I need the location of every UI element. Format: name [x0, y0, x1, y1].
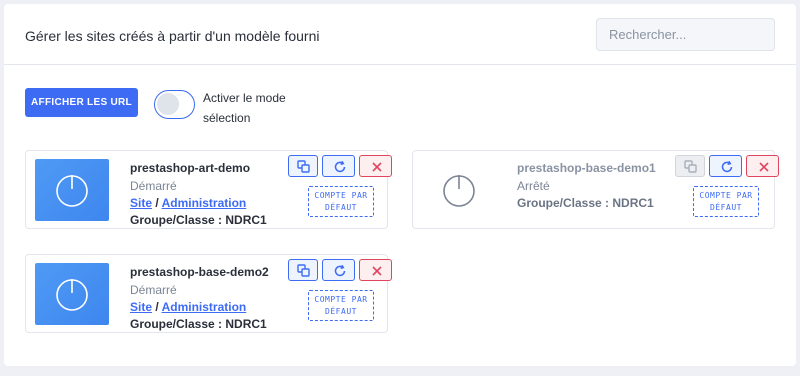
selection-mode-label: Activer le mode sélection — [203, 91, 286, 125]
site-group: Groupe/Classe : NDRC1 — [517, 196, 654, 210]
site-name: prestashop-art-demo — [130, 161, 251, 175]
selection-mode-toggle[interactable] — [154, 90, 195, 119]
delete-button[interactable] — [359, 155, 392, 177]
main-panel: Gérer les sites créés à partir d'un modè… — [4, 4, 796, 366]
reload-icon — [721, 160, 733, 173]
duplicate-button[interactable] — [675, 155, 705, 177]
site-name: prestashop-base-demo1 — [517, 161, 656, 175]
site-link[interactable]: Site — [130, 196, 152, 210]
default-account-stamp: COMPTE PAR DÉFAUT — [308, 290, 374, 321]
show-urls-button[interactable]: AFFICHER LES URL — [25, 88, 138, 117]
page-title: Gérer les sites créés à partir d'un modè… — [25, 28, 320, 44]
site-links: Site / Administration — [130, 196, 246, 210]
delete-button[interactable] — [359, 259, 392, 281]
site-card: prestashop-base-demo2 Démarré Site / Adm… — [25, 254, 392, 333]
copy-icon — [297, 160, 310, 173]
reload-icon — [334, 160, 346, 173]
site-card: prestashop-base-demo1 Arrêté Groupe/Clas… — [412, 150, 779, 229]
site-thumbnail[interactable] — [422, 159, 496, 221]
copy-icon — [297, 264, 310, 277]
site-card: prestashop-art-demo Démarré Site / Admin… — [25, 150, 392, 229]
power-icon — [56, 175, 88, 207]
restart-button[interactable] — [322, 155, 355, 177]
duplicate-button[interactable] — [288, 259, 318, 281]
duplicate-button[interactable] — [288, 155, 318, 177]
power-icon — [56, 279, 88, 311]
site-group: Groupe/Classe : NDRC1 — [130, 213, 267, 227]
close-icon — [372, 162, 382, 172]
site-name: prestashop-base-demo2 — [130, 265, 269, 279]
close-icon — [372, 266, 382, 276]
admin-link[interactable]: Administration — [162, 300, 247, 314]
default-account-stamp: COMPTE PAR DÉFAUT — [693, 186, 759, 217]
toggle-knob — [157, 93, 179, 115]
link-separator: / — [155, 300, 159, 314]
site-status: Démarré — [130, 283, 177, 297]
site-group: Groupe/Classe : NDRC1 — [130, 317, 267, 331]
power-icon — [443, 175, 475, 207]
site-status: Démarré — [130, 179, 177, 193]
reload-icon — [334, 264, 346, 277]
page-header: Gérer les sites créés à partir d'un modè… — [4, 4, 796, 65]
restart-button[interactable] — [709, 155, 742, 177]
copy-icon — [684, 160, 697, 173]
search-input[interactable] — [596, 18, 775, 51]
delete-button[interactable] — [746, 155, 779, 177]
admin-link[interactable]: Administration — [162, 196, 247, 210]
site-links: Site / Administration — [130, 300, 246, 314]
default-account-stamp: COMPTE PAR DÉFAUT — [308, 186, 374, 217]
site-link[interactable]: Site — [130, 300, 152, 314]
link-separator: / — [155, 196, 159, 210]
restart-button[interactable] — [322, 259, 355, 281]
site-status: Arrêté — [517, 179, 550, 193]
site-thumbnail[interactable] — [35, 263, 109, 325]
site-thumbnail[interactable] — [35, 159, 109, 221]
close-icon — [759, 162, 769, 172]
